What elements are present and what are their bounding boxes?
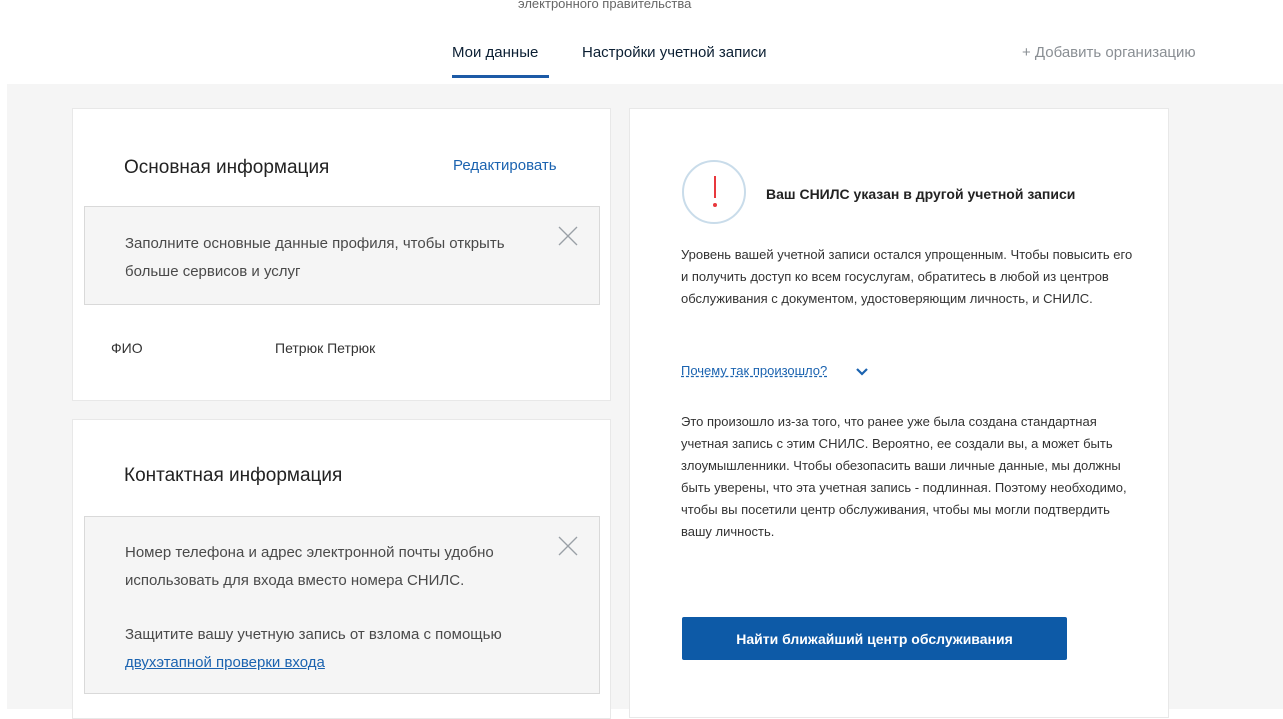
left-edge bbox=[0, 84, 7, 709]
fio-value: Петрюк Петрюк bbox=[275, 340, 376, 356]
header-clipped-text: электронного правительства bbox=[518, 0, 692, 11]
two-factor-notice-text: Защитите вашу учетную запись от взлома с… bbox=[125, 626, 502, 643]
fio-label: ФИО bbox=[111, 340, 143, 356]
why-happened-link[interactable]: Почему так произошло? bbox=[681, 363, 827, 378]
snils-warning-card: Ваш СНИЛС указан в другой учетной записи… bbox=[629, 108, 1169, 718]
contact-info-card: Контактная информация Номер телефона и а… bbox=[72, 419, 611, 719]
exclamation-bar bbox=[714, 176, 716, 198]
contact-info-notice: Номер телефона и адрес электронной почты… bbox=[84, 516, 600, 694]
basic-info-card: Основная информация Редактировать Заполн… bbox=[72, 108, 611, 401]
contact-info-title: Контактная информация bbox=[124, 465, 343, 486]
active-tab-indicator bbox=[452, 75, 549, 78]
snils-explanation-paragraph: Это произошло из-за того, что ранее уже … bbox=[681, 414, 1127, 539]
contact-info-notice-text: Номер телефона и адрес электронной почты… bbox=[125, 544, 494, 589]
find-service-center-button[interactable]: Найти ближайший центр обслуживания bbox=[682, 617, 1067, 660]
basic-info-title: Основная информация bbox=[124, 157, 330, 178]
exclamation-dot bbox=[713, 203, 717, 207]
two-factor-notice: Защитите вашу учетную запись от взлома с… bbox=[125, 621, 555, 677]
tab-my-data[interactable]: Мои данные bbox=[452, 44, 538, 61]
tab-account-settings[interactable]: Настройки учетной записи bbox=[582, 44, 767, 61]
close-icon[interactable] bbox=[557, 225, 579, 247]
close-icon[interactable] bbox=[557, 535, 579, 557]
top-navigation: электронного правительства Мои данные На… bbox=[0, 0, 1283, 84]
chevron-down-icon[interactable] bbox=[855, 367, 869, 377]
add-organization-link[interactable]: + Добавить организацию bbox=[1022, 44, 1196, 61]
snils-warning-heading: Ваш СНИЛС указан в другой учетной записи bbox=[766, 186, 1076, 202]
exclamation-circle-icon bbox=[682, 160, 746, 224]
basic-info-notice-text: Заполните основные данные профиля, чтобы… bbox=[125, 235, 505, 280]
basic-info-notice: Заполните основные данные профиля, чтобы… bbox=[84, 206, 600, 305]
two-factor-link[interactable]: двухэтапной проверки входа bbox=[125, 654, 325, 671]
snils-warning-paragraph: Уровень вашей учетной записи остался упр… bbox=[681, 247, 1133, 306]
edit-link[interactable]: Редактировать bbox=[453, 157, 557, 174]
